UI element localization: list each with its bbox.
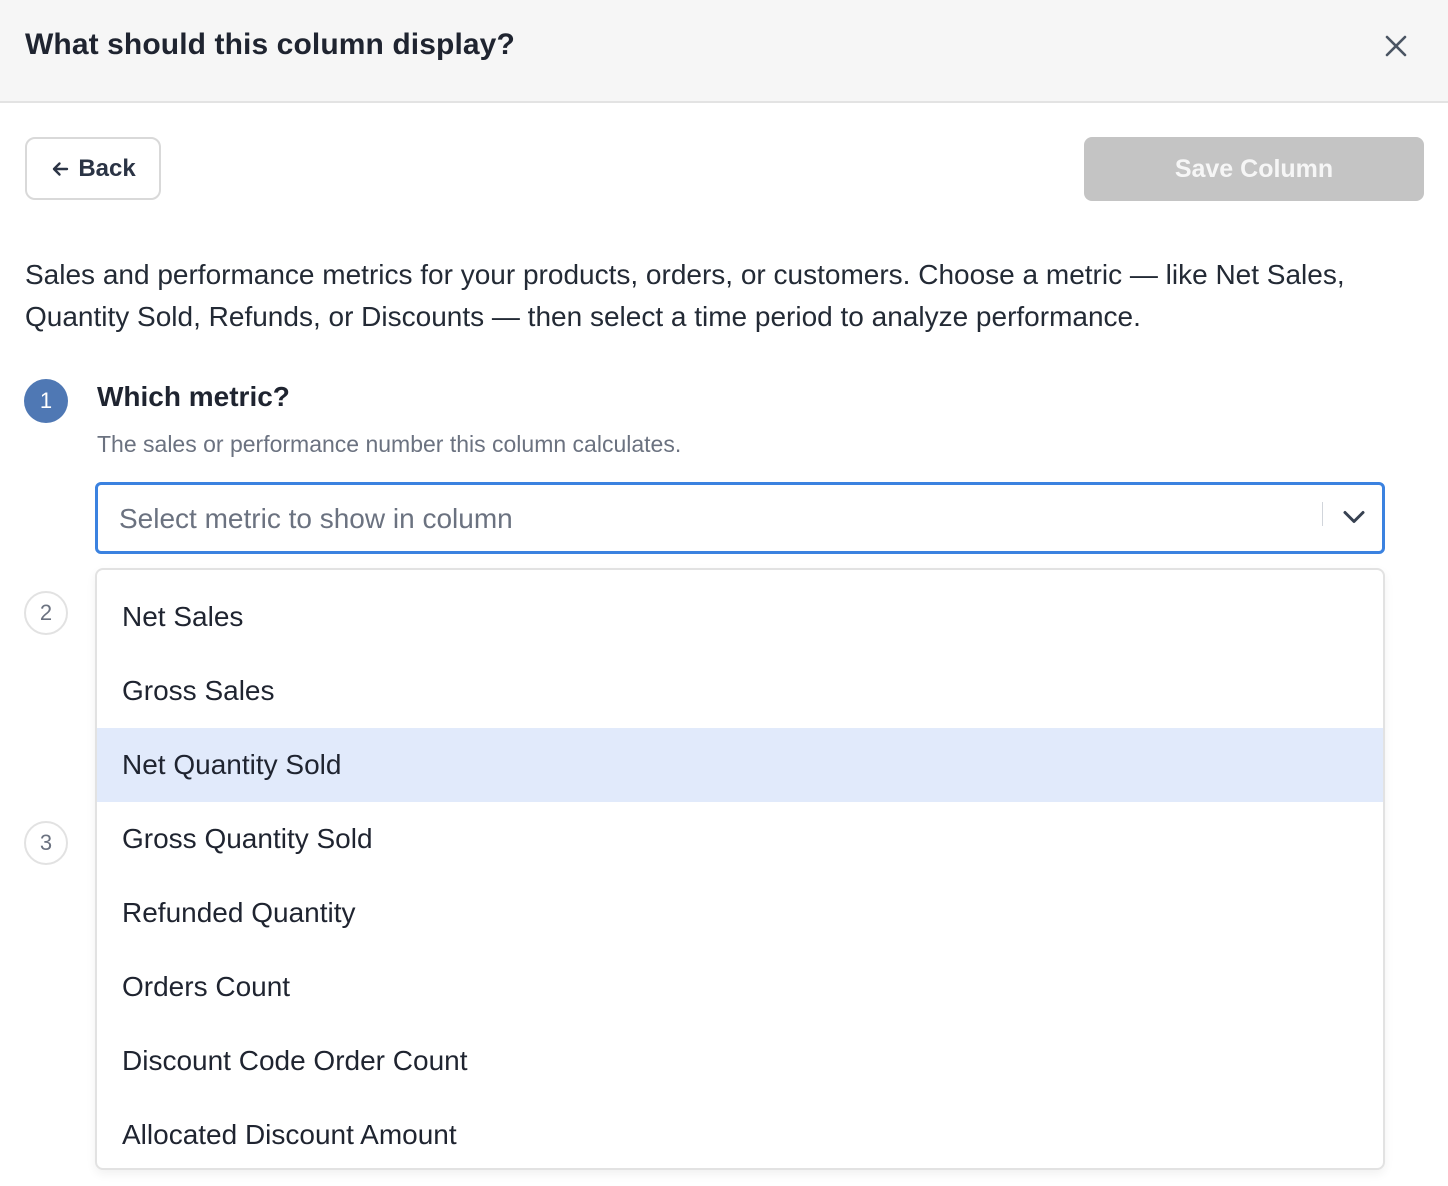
back-button[interactable]: Back [25,137,161,200]
metric-option[interactable]: Gross Quantity Sold [97,802,1383,876]
metric-option[interactable]: Net Sales [97,580,1383,654]
save-column-button[interactable]: Save Column [1084,137,1424,201]
arrow-left-icon [53,161,69,176]
metric-select[interactable]: Select metric to show in column [95,482,1385,554]
step-badge-3: 3 [24,821,68,865]
description-text: Sales and performance metrics for your p… [25,259,1345,332]
modal-title: What should this column display? [25,28,515,61]
metric-option[interactable]: Gross Sales [97,654,1383,728]
metric-option-highlighted[interactable]: Net Quantity Sold [97,728,1383,802]
metric-option[interactable]: Refunded Quantity [97,876,1383,950]
metric-dropdown-menu: Net Sales Gross Sales Net Quantity Sold … [95,568,1385,1170]
close-button[interactable] [1378,28,1414,64]
metric-option[interactable]: Allocated Discount Amount [97,1098,1383,1168]
modal-header: What should this column display? [0,0,1448,103]
metric-select-placeholder: Select metric to show in column [119,503,513,534]
metric-option[interactable]: Discount Code Order Count [97,1024,1383,1098]
select-divider [1322,502,1323,526]
back-button-label: Back [78,154,136,182]
metric-options-list: Net Sales Gross Sales Net Quantity Sold … [97,570,1383,1168]
close-icon [1385,35,1407,57]
chevron-down-icon[interactable] [1340,503,1368,531]
step-title: Which metric? [97,381,290,412]
step-badge-2: 2 [24,591,68,635]
metric-option[interactable]: Orders Count [97,950,1383,1024]
step-subtitle: The sales or performance number this col… [97,431,682,457]
column-config-modal: What should this column display? Back Sa… [0,0,1448,1186]
step-badge-1: 1 [24,379,68,423]
